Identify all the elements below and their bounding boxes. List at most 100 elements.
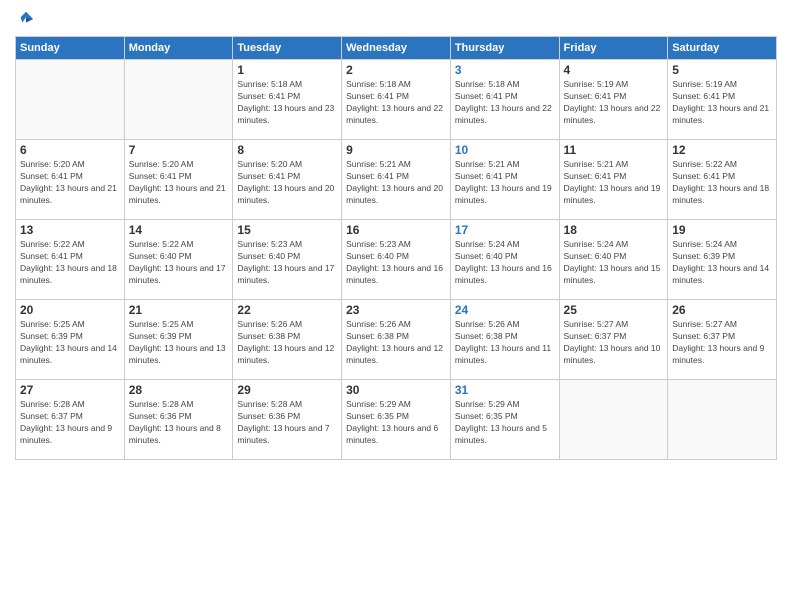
day-info: Sunrise: 5:20 AMSunset: 6:41 PMDaylight:… xyxy=(129,159,229,207)
calendar-cell: 30 Sunrise: 5:29 AMSunset: 6:35 PMDayligh… xyxy=(342,380,451,460)
day-number: 25 xyxy=(564,303,664,317)
calendar-cell: 20Sunrise: 5:25 AMSunset: 6:39 PMDayligh… xyxy=(16,300,125,380)
calendar-cell: 18 Sunrise: 5:24 AMSunset: 6:40 PMDayligh… xyxy=(559,220,668,300)
day-number: 6 xyxy=(20,143,120,157)
calendar-cell: 6 Sunrise: 5:20 AMSunset: 6:41 PMDaylight… xyxy=(16,140,125,220)
day-info: Sunrise: 5:21 AMSunset: 6:41 PMDaylight:… xyxy=(455,159,555,207)
week-row-3: 13 Sunrise: 5:22 AMSunset: 6:41 PMDayligh… xyxy=(16,220,777,300)
week-row-1: 1 Sunrise: 5:18 AMSunset: 6:41 PMDaylight… xyxy=(16,60,777,140)
day-info: Sunrise: 5:29 AMSunset: 6:35 PMDaylight:… xyxy=(346,399,446,447)
day-number: 1 xyxy=(237,63,337,77)
weekday-header-friday: Friday xyxy=(559,37,668,60)
calendar-cell: 22 Sunrise: 5:26 AMSunset: 6:38 PMDayligh… xyxy=(233,300,342,380)
weekday-header-sunday: Sunday xyxy=(16,37,125,60)
day-number: 12 xyxy=(672,143,772,157)
day-info: Sunrise: 5:19 AMSunset: 6:41 PMDaylight:… xyxy=(672,79,772,127)
calendar-cell: 14Sunrise: 5:22 AMSunset: 6:40 PMDayligh… xyxy=(124,220,233,300)
day-number: 26 xyxy=(672,303,772,317)
day-info: Sunrise: 5:19 AMSunset: 6:41 PMDaylight:… xyxy=(564,79,664,127)
day-number: 18 xyxy=(564,223,664,237)
calendar-cell: 31 Sunrise: 5:29 AMSunset: 6:35 PMDayligh… xyxy=(450,380,559,460)
day-info: Sunrise: 5:26 AMSunset: 6:38 PMDaylight:… xyxy=(455,319,555,367)
calendar-cell: 3 Sunrise: 5:18 AMSunset: 6:41 PMDaylight… xyxy=(450,60,559,140)
calendar-cell: 13 Sunrise: 5:22 AMSunset: 6:41 PMDayligh… xyxy=(16,220,125,300)
day-number: 10 xyxy=(455,143,555,157)
calendar-cell: 23 Sunrise: 5:26 AMSunset: 6:38 PMDayligh… xyxy=(342,300,451,380)
week-row-2: 6 Sunrise: 5:20 AMSunset: 6:41 PMDaylight… xyxy=(16,140,777,220)
day-info: Sunrise: 5:20 AMSunset: 6:41 PMDaylight:… xyxy=(237,159,337,207)
weekday-header-monday: Monday xyxy=(124,37,233,60)
day-info: Sunrise: 5:24 AMSunset: 6:40 PMDaylight:… xyxy=(564,239,664,287)
calendar-cell: 1 Sunrise: 5:18 AMSunset: 6:41 PMDaylight… xyxy=(233,60,342,140)
calendar-cell xyxy=(16,60,125,140)
day-number: 30 xyxy=(346,383,446,397)
calendar-cell: 12 Sunrise: 5:22 AMSunset: 6:41 PMDayligh… xyxy=(668,140,777,220)
day-info: Sunrise: 5:20 AMSunset: 6:41 PMDaylight:… xyxy=(20,159,120,207)
weekday-header-tuesday: Tuesday xyxy=(233,37,342,60)
day-info: Sunrise: 5:22 AMSunset: 6:41 PMDaylight:… xyxy=(672,159,772,207)
calendar-cell: 15 Sunrise: 5:23 AMSunset: 6:40 PMDayligh… xyxy=(233,220,342,300)
day-number: 9 xyxy=(346,143,446,157)
logo xyxy=(15,10,35,28)
day-number: 17 xyxy=(455,223,555,237)
day-info: Sunrise: 5:24 AMSunset: 6:40 PMDaylight:… xyxy=(455,239,555,287)
calendar-cell xyxy=(559,380,668,460)
day-number: 29 xyxy=(237,383,337,397)
weekday-header-row: SundayMondayTuesdayWednesdayThursdayFrid… xyxy=(16,37,777,60)
day-number: 27 xyxy=(20,383,120,397)
day-info: Sunrise: 5:28 AMSunset: 6:37 PMDaylight:… xyxy=(20,399,120,447)
day-number: 7 xyxy=(129,143,229,157)
calendar-cell: 19 Sunrise: 5:24 AMSunset: 6:39 PMDayligh… xyxy=(668,220,777,300)
day-info: Sunrise: 5:18 AMSunset: 6:41 PMDaylight:… xyxy=(455,79,555,127)
day-info: Sunrise: 5:29 AMSunset: 6:35 PMDaylight:… xyxy=(455,399,555,447)
calendar-cell: 25Sunrise: 5:27 AMSunset: 6:37 PMDayligh… xyxy=(559,300,668,380)
day-info: Sunrise: 5:23 AMSunset: 6:40 PMDaylight:… xyxy=(346,239,446,287)
day-info: Sunrise: 5:28 AMSunset: 6:36 PMDaylight:… xyxy=(129,399,229,447)
calendar-table: SundayMondayTuesdayWednesdayThursdayFrid… xyxy=(15,36,777,460)
day-info: Sunrise: 5:23 AMSunset: 6:40 PMDaylight:… xyxy=(237,239,337,287)
day-info: Sunrise: 5:26 AMSunset: 6:38 PMDaylight:… xyxy=(237,319,337,367)
weekday-header-thursday: Thursday xyxy=(450,37,559,60)
day-info: Sunrise: 5:27 AMSunset: 6:37 PMDaylight:… xyxy=(672,319,772,367)
calendar-cell: 24Sunrise: 5:26 AMSunset: 6:38 PMDayligh… xyxy=(450,300,559,380)
week-row-5: 27 Sunrise: 5:28 AMSunset: 6:37 PMDayligh… xyxy=(16,380,777,460)
day-number: 23 xyxy=(346,303,446,317)
calendar-cell: 10 Sunrise: 5:21 AMSunset: 6:41 PMDayligh… xyxy=(450,140,559,220)
day-info: Sunrise: 5:22 AMSunset: 6:40 PMDaylight:… xyxy=(129,239,229,287)
day-number: 15 xyxy=(237,223,337,237)
header xyxy=(15,10,777,28)
day-info: Sunrise: 5:24 AMSunset: 6:39 PMDaylight:… xyxy=(672,239,772,287)
day-info: Sunrise: 5:22 AMSunset: 6:41 PMDaylight:… xyxy=(20,239,120,287)
calendar-cell: 21 Sunrise: 5:25 AMSunset: 6:39 PMDayligh… xyxy=(124,300,233,380)
calendar-cell: 9Sunrise: 5:21 AMSunset: 6:41 PMDaylight… xyxy=(342,140,451,220)
day-info: Sunrise: 5:26 AMSunset: 6:38 PMDaylight:… xyxy=(346,319,446,367)
calendar-cell: 28 Sunrise: 5:28 AMSunset: 6:36 PMDayligh… xyxy=(124,380,233,460)
week-row-4: 20 Sunrise: 5:25 AMSunset: 6:39 PMDayligh… xyxy=(16,300,777,380)
day-number: 3 xyxy=(455,63,555,77)
calendar-cell xyxy=(124,60,233,140)
calendar-cell: 2 Sunrise: 5:18 AMSunset: 6:41 PMDaylight… xyxy=(342,60,451,140)
calendar-cell: 5 Sunrise: 5:19 AMSunset: 6:41 PMDaylight… xyxy=(668,60,777,140)
day-number: 13 xyxy=(20,223,120,237)
calendar-cell: 29 Sunrise: 5:28 AMSunset: 6:36 PMDayligh… xyxy=(233,380,342,460)
day-info: Sunrise: 5:25 AMSunset: 6:39 PMDaylight:… xyxy=(129,319,229,367)
day-number: 28 xyxy=(129,383,229,397)
day-number: 21 xyxy=(129,303,229,317)
day-number: 2 xyxy=(346,63,446,77)
calendar-cell: 27 Sunrise: 5:28 AMSunset: 6:37 PMDayligh… xyxy=(16,380,125,460)
day-number: 4 xyxy=(564,63,664,77)
day-info: Sunrise: 5:18 AMSunset: 6:41 PMDaylight:… xyxy=(346,79,446,127)
day-number: 5 xyxy=(672,63,772,77)
day-number: 16 xyxy=(346,223,446,237)
day-number: 11 xyxy=(564,143,664,157)
calendar-cell: 17 Sunrise: 5:24 AMSunset: 6:40 PMDayligh… xyxy=(450,220,559,300)
logo-bird-icon xyxy=(17,10,35,28)
weekday-header-wednesday: Wednesday xyxy=(342,37,451,60)
day-number: 19 xyxy=(672,223,772,237)
day-number: 31 xyxy=(455,383,555,397)
day-info: Sunrise: 5:28 AMSunset: 6:36 PMDaylight:… xyxy=(237,399,337,447)
day-info: Sunrise: 5:18 AMSunset: 6:41 PMDaylight:… xyxy=(237,79,337,127)
day-number: 20 xyxy=(20,303,120,317)
calendar-cell: 11Sunrise: 5:21 AMSunset: 6:41 PMDayligh… xyxy=(559,140,668,220)
day-number: 22 xyxy=(237,303,337,317)
